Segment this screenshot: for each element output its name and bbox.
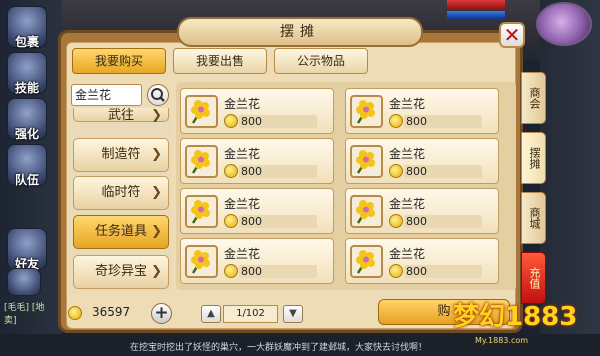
left-menu-label: 技能 <box>14 81 39 95</box>
coin-icon <box>224 264 238 278</box>
window-title: 摆摊 <box>177 17 423 47</box>
watermark-url: My.1883.com <box>475 336 529 345</box>
coin-icon <box>389 264 403 278</box>
item-card[interactable]: 金兰花 800 <box>345 238 499 284</box>
category-item[interactable]: 临时符 ❯ <box>73 176 169 210</box>
item-name: 金兰花 <box>224 97 261 111</box>
flower-icon <box>356 150 375 174</box>
item-name: 金兰花 <box>389 97 426 111</box>
item-icon-slot <box>185 245 218 278</box>
category-item[interactable]: 制造符 ❯ <box>73 138 169 172</box>
coin-icon <box>224 114 238 128</box>
plus-icon: + <box>154 303 169 323</box>
item-price: 800 <box>239 115 317 128</box>
item-icon-slot <box>185 95 218 128</box>
side-tab-mall[interactable]: 商城 <box>521 192 546 244</box>
item-card[interactable]: 金兰花 800 <box>180 138 334 184</box>
item-name: 金兰花 <box>224 147 261 161</box>
item-price: 800 <box>404 215 482 228</box>
side-tab-merchant[interactable]: 商会 <box>521 72 546 124</box>
gold-coin-icon <box>68 306 82 320</box>
flower-icon <box>191 250 210 274</box>
item-price: 800 <box>404 165 482 178</box>
coin-icon <box>224 164 238 178</box>
search-button[interactable] <box>147 84 169 106</box>
site-watermark: 梦幻1883 My.1883.com <box>445 292 595 352</box>
search-icon <box>151 88 165 102</box>
tab-sell[interactable]: 我要出售 <box>173 48 267 74</box>
flower-icon <box>356 200 375 224</box>
item-price: 800 <box>404 265 482 278</box>
side-tab-stall[interactable]: 摆摊 <box>521 132 546 184</box>
chat-icon[interactable] <box>7 268 41 296</box>
item-card[interactable]: 金兰花 800 <box>180 188 334 234</box>
page-indicator: 1/102 <box>223 305 278 323</box>
item-card[interactable]: 金兰花 800 <box>345 88 499 134</box>
item-card[interactable]: 金兰花 800 <box>180 238 334 284</box>
game-scene: 包裹 技能 强化 队伍 好友 [毛毛] [地卖] 摆摊 ✕ 我要购买 我要出售 … <box>0 0 600 356</box>
left-menu-label: 包裹 <box>14 35 39 49</box>
coin-icon <box>389 114 403 128</box>
chat-log: [毛毛] [地卖] <box>4 303 45 326</box>
item-card[interactable]: 金兰花 800 <box>345 188 499 234</box>
down-arrow-icon: ▼ <box>289 308 297 319</box>
coin-icon <box>224 214 238 228</box>
flower-icon <box>191 100 210 124</box>
mp-bar <box>447 11 505 19</box>
search-input[interactable]: 金兰花 <box>71 84 142 106</box>
close-button[interactable]: ✕ <box>499 22 525 48</box>
item-name: 金兰花 <box>224 247 261 261</box>
chevron-right-icon: ❯ <box>151 185 162 200</box>
flower-icon <box>191 200 210 224</box>
item-price: 800 <box>239 215 317 228</box>
item-icon-slot <box>350 95 383 128</box>
add-gold-button[interactable]: + <box>151 303 172 324</box>
category-label: 奇珍异宝 <box>94 264 147 279</box>
gold-amount: 36597 <box>92 305 131 319</box>
item-name: 金兰花 <box>224 197 261 211</box>
item-price: 800 <box>404 115 482 128</box>
item-name: 金兰花 <box>389 147 426 161</box>
item-icon-slot <box>185 195 218 228</box>
coin-icon <box>389 164 403 178</box>
category-item[interactable]: 奇珍异宝 ❯ <box>73 255 169 289</box>
player-avatar[interactable] <box>536 2 592 46</box>
next-page-button[interactable]: ▼ <box>283 305 303 323</box>
item-icon-slot <box>185 145 218 178</box>
category-label: 武往 <box>107 108 134 123</box>
hp-bar <box>447 0 505 10</box>
tab-public-items[interactable]: 公示物品 <box>274 48 368 74</box>
item-price: 800 <box>239 265 317 278</box>
item-card[interactable]: 金兰花 800 <box>180 88 334 134</box>
category-label: 任务道具 <box>94 224 147 239</box>
item-icon-slot <box>350 145 383 178</box>
left-menu-label: 队伍 <box>14 173 39 187</box>
chevron-right-icon: ❯ <box>151 147 162 162</box>
coin-icon <box>389 214 403 228</box>
left-menu-label: 强化 <box>14 127 39 141</box>
up-arrow-icon: ▲ <box>207 308 215 319</box>
item-icon-slot <box>350 195 383 228</box>
flower-icon <box>191 150 210 174</box>
chevron-right-icon: ❯ <box>151 224 162 239</box>
item-name: 金兰花 <box>389 197 426 211</box>
prev-page-button[interactable]: ▲ <box>201 305 221 323</box>
close-icon: ✕ <box>503 23 521 47</box>
flower-icon <box>356 250 375 274</box>
item-price: 800 <box>239 165 317 178</box>
system-marquee: 在挖宝时挖出了妖怪的巢穴，一大群妖魔冲到了建邺城，大家快去讨伐啊！ <box>130 343 428 353</box>
item-card[interactable]: 金兰花 800 <box>345 138 499 184</box>
watermark-logo: 梦幻1883 <box>453 302 578 332</box>
category-label: 临时符 <box>101 185 141 200</box>
category-label: 制造符 <box>101 147 141 162</box>
category-item-selected[interactable]: 任务道具 ❯ <box>73 215 169 249</box>
tab-buy[interactable]: 我要购买 <box>72 48 166 74</box>
item-icon-slot <box>350 245 383 278</box>
chevron-right-icon: ❯ <box>151 264 162 279</box>
item-name: 金兰花 <box>389 247 426 261</box>
flower-icon <box>356 100 375 124</box>
